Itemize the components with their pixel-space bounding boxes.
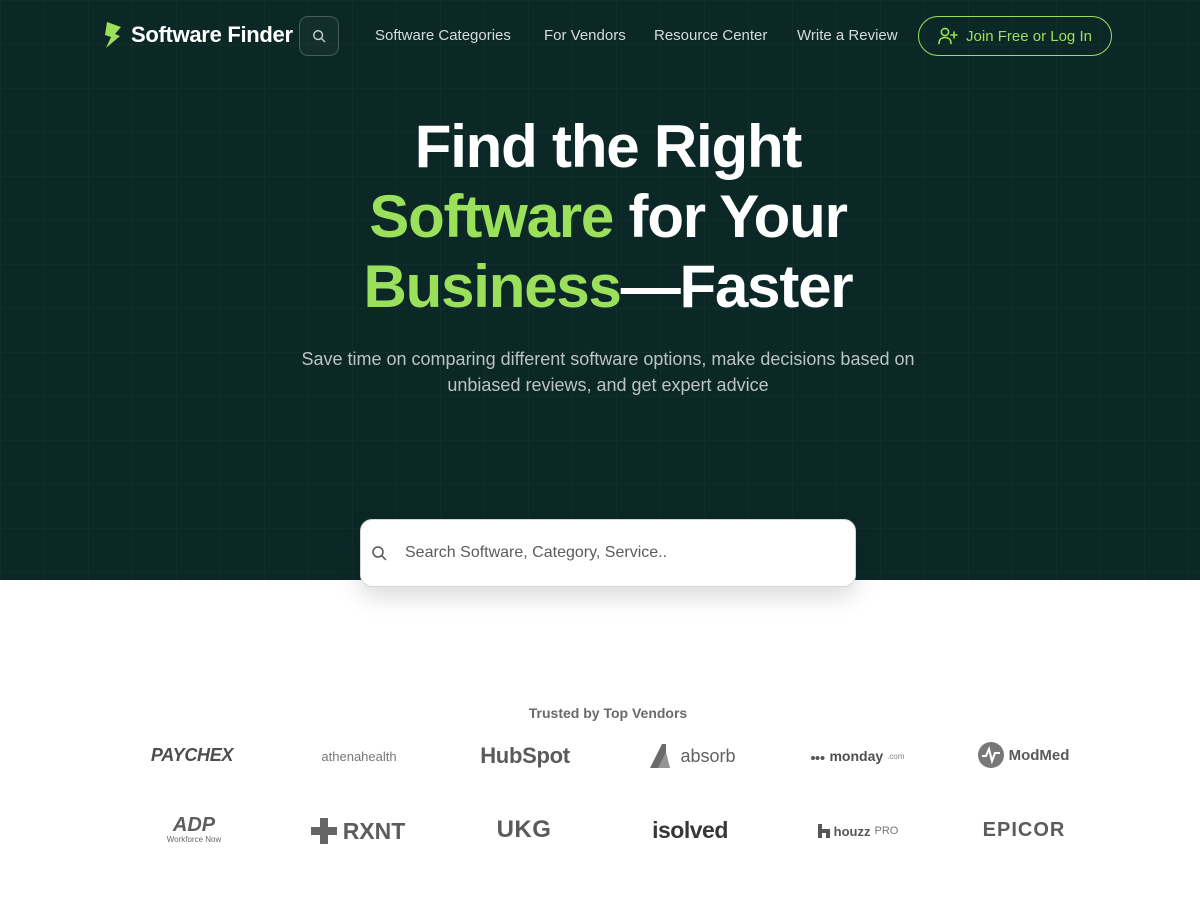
vendor-logo-text: EPICOR [982,818,1066,841]
vendor-logo-text: houzz [833,823,871,839]
nav-link-for-vendors[interactable]: For Vendors [544,27,626,44]
trusted-title: Trusted by Top Vendors [528,705,688,721]
main-search-bar[interactable] [360,519,856,587]
vendor-logo-hubspot[interactable]: HubSpot [470,740,580,772]
headline-accent-business: Business [363,253,622,320]
headline-line-2: Software for Your [200,182,1016,252]
search-icon [313,30,326,43]
vendor-logo-isolved[interactable]: isolved [636,814,744,846]
vendor-logo-text: HubSpot [480,743,570,768]
modmed-mark-icon [977,742,1004,768]
vendor-logo-text: monday [829,748,884,764]
vendor-logo-text: PAYCHEX [150,744,234,765]
vendor-logo-text: ADP [172,813,216,836]
vendor-logo-text: ModMed [1008,746,1070,764]
vendor-logo-adp[interactable]: ADP Workforce Now [146,810,242,848]
search-input[interactable] [405,544,825,562]
houzz-mark-icon [817,824,830,838]
vendor-logo-ukg[interactable]: UKG [476,814,572,846]
headline-line-3: Business—Faster [200,252,1016,322]
vendor-logo-absorb[interactable]: absorb [636,740,748,772]
vendor-logo-suffix: PRO [874,825,899,837]
logo[interactable]: Software Finder [103,22,293,48]
vendor-logo-rxnt[interactable]: RXNT [302,814,414,848]
headline-line-2-rest: for Your [613,183,848,250]
vendor-logo-epicor[interactable]: EPICOR [968,816,1080,844]
vendor-logo-athenahealth[interactable]: athenahealth [300,742,418,770]
monday-mark-icon [811,756,825,760]
headline-accent-software: Software [369,183,614,250]
vendor-logo-text: athenahealth [321,748,397,764]
nav-link-resource-center[interactable]: Resource Center [654,27,767,44]
vendor-logo-text: UKG [496,816,552,843]
vendor-logo-text: isolved [652,816,728,843]
absorb-mark-icon [650,744,671,768]
rxnt-cross-icon [310,818,337,844]
logo-mark-icon [105,22,121,48]
nav-search-button[interactable] [299,16,339,56]
hero-subtitle: Save time on comparing different softwar… [301,349,915,395]
vendor-logo-monday[interactable]: monday .com [804,742,912,770]
user-plus-icon [938,27,958,45]
join-login-button[interactable]: Join Free or Log In [918,16,1112,56]
vendor-logo-suffix: .com [887,751,905,761]
vendor-logo-modmed[interactable]: ModMed [968,738,1078,772]
nav-link-software-categories[interactable]: Software Categories [375,27,511,44]
vendor-logo-houzz[interactable]: houzz PRO [806,818,910,844]
nav-link-write-review[interactable]: Write a Review [797,27,898,44]
hero-headline: Find the Right Software for Your Busines… [200,112,1016,322]
vendor-logo-paychex[interactable]: PAYCHEX [132,740,252,770]
top-nav: Software Finder Software Categories For … [0,0,1200,72]
vendor-logo-text: RXNT [342,817,406,844]
join-login-label: Join Free or Log In [966,27,1092,45]
vendor-logo-text: absorb [680,745,736,766]
search-icon [372,546,387,561]
headline-line-3-rest: —Faster [620,253,854,320]
vendor-logo-caption: Workforce Now [166,834,222,844]
headline-line-1: Find the Right [414,113,803,180]
logo-text: Software Finder [131,22,293,47]
